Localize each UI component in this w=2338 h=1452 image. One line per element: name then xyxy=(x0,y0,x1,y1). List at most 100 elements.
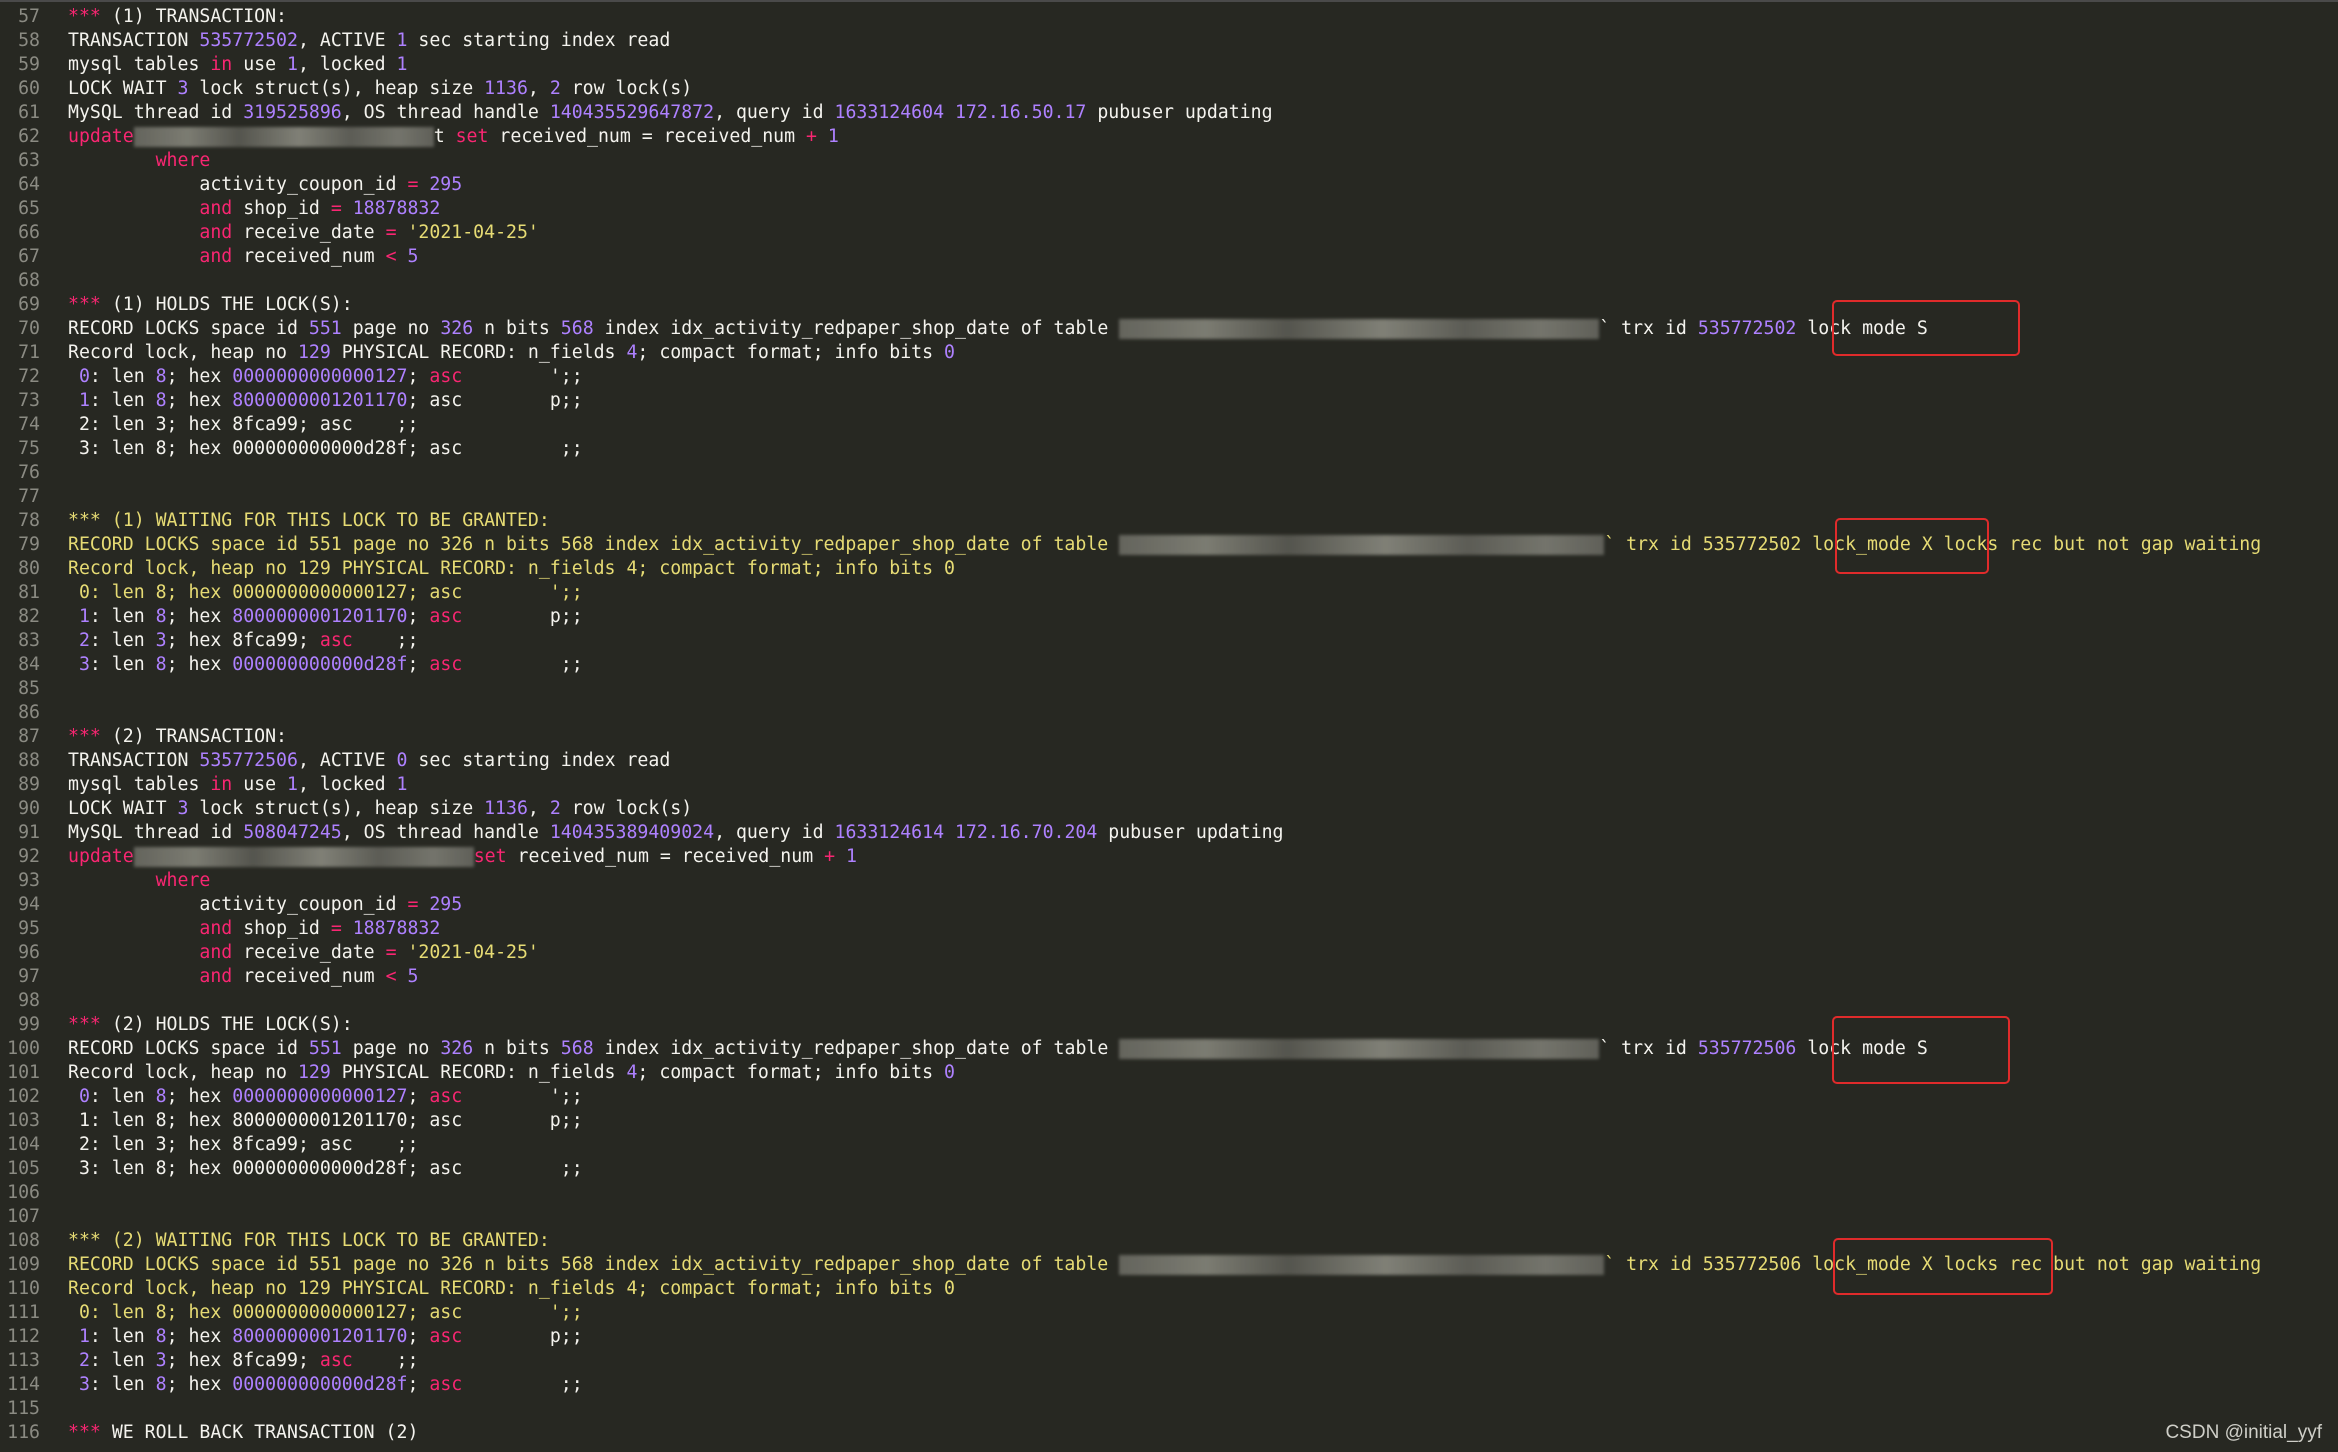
code-token: : len xyxy=(89,1374,156,1395)
code-line[interactable]: 87 *** (2) TRANSACTION: xyxy=(0,725,2338,749)
code-token: 8 xyxy=(155,654,167,675)
code-line[interactable]: 65 and shop_id = 18878832 xyxy=(0,197,2338,221)
code-token: pubuser updating xyxy=(1097,822,1284,843)
code-token: p;; xyxy=(462,1326,583,1347)
code-line[interactable]: 104 2: len 3; hex 8fca99; asc ;; xyxy=(0,1133,2338,1157)
code-token: 326 xyxy=(440,1038,474,1059)
line-number: 74 xyxy=(18,414,40,435)
line-number: 89 xyxy=(18,774,40,795)
code-token: receive_date xyxy=(232,942,386,963)
code-token: received_num xyxy=(232,966,386,987)
code-line[interactable]: 113 2: len 3; hex 8fca99; asc ;; xyxy=(0,1349,2338,1373)
code-line[interactable]: 74 2: len 3; hex 8fca99; asc ;; xyxy=(0,413,2338,437)
code-line[interactable]: 111 0: len 8; hex 0000000000000127; asc … xyxy=(0,1301,2338,1325)
code-token: , OS thread handle xyxy=(341,102,550,123)
code-token: 1633124614 xyxy=(834,822,945,843)
code-token: use xyxy=(232,54,288,75)
code-line[interactable]: 96 and receive_date = '2021-04-25' xyxy=(0,941,2338,965)
code-line[interactable]: 98 xyxy=(0,989,2338,1013)
code-token: 8000000001201170 xyxy=(232,1326,408,1347)
code-line[interactable]: 85 xyxy=(0,677,2338,701)
code-line[interactable]: 115 xyxy=(0,1397,2338,1421)
code-token: MySQL thread id xyxy=(68,822,244,843)
code-line[interactable]: 94 activity_coupon_id = 295 xyxy=(0,893,2338,917)
code-line[interactable]: 77 xyxy=(0,485,2338,509)
code-line[interactable]: 83 2: len 3; hex 8fca99; asc ;; xyxy=(0,629,2338,653)
code-token: asc xyxy=(429,1086,463,1107)
code-line[interactable]: 84 3: len 8; hex 000000000000d28f; asc ;… xyxy=(0,653,2338,677)
line-number: 115 xyxy=(7,1398,40,1419)
highlight-box-lock-mode-x-1 xyxy=(1835,518,1989,574)
code-line[interactable]: 66 and receive_date = '2021-04-25' xyxy=(0,221,2338,245)
code-editor[interactable]: 57 *** (1) TRANSACTION: 58 TRANSACTION 5357… xyxy=(0,5,2338,1445)
code-line[interactable]: 88 TRANSACTION 535772506, ACTIVE 0 sec st… xyxy=(0,749,2338,773)
code-line[interactable]: 114 3: len 8; hex 000000000000d28f; asc … xyxy=(0,1373,2338,1397)
code-line[interactable]: 90 LOCK WAIT 3 lock struct(s), heap size … xyxy=(0,797,2338,821)
code-line[interactable]: 61 MySQL thread id 319525896, OS thread h… xyxy=(0,101,2338,125)
code-token: row lock(s) xyxy=(560,798,693,819)
code-line[interactable]: 63 where xyxy=(0,149,2338,173)
code-line[interactable]: 102 0: len 8; hex 0000000000000127; asc … xyxy=(0,1085,2338,1109)
redacted-text xyxy=(1119,319,1600,339)
code-token: t xyxy=(433,126,456,147)
code-token: ; compact format; info bits xyxy=(637,1062,945,1083)
code-line[interactable]: 95 and shop_id = 18878832 xyxy=(0,917,2338,941)
code-token: ; hex xyxy=(166,1374,233,1395)
code-token: '2021-04-25' xyxy=(407,222,539,243)
code-line[interactable]: 89 mysql tables in use 1, locked 1 xyxy=(0,773,2338,797)
code-token: ;; xyxy=(352,630,419,651)
code-token: PHYSICAL RECORD: n_fields xyxy=(330,1062,627,1083)
code-line[interactable]: 82 1: len 8; hex 8000000001201170; asc p… xyxy=(0,605,2338,629)
code-line[interactable]: 64 activity_coupon_id = 295 xyxy=(0,173,2338,197)
code-token: 129 xyxy=(297,342,331,363)
line-number: 75 xyxy=(18,438,40,459)
code-token: n bits xyxy=(473,1038,561,1059)
code-line[interactable]: 57 *** (1) TRANSACTION: xyxy=(0,5,2338,29)
code-line[interactable]: 116 *** WE ROLL BACK TRANSACTION (2) xyxy=(0,1421,2338,1445)
code-line[interactable]: 112 1: len 8; hex 8000000001201170; asc … xyxy=(0,1325,2338,1349)
code-line[interactable]: 107 xyxy=(0,1205,2338,1229)
code-line[interactable]: 81 0: len 8; hex 0000000000000127; asc '… xyxy=(0,581,2338,605)
line-number: 61 xyxy=(18,102,40,123)
code-token: , locked xyxy=(297,54,397,75)
code-token: 8 xyxy=(155,1374,167,1395)
code-token: 3 xyxy=(155,630,167,651)
highlight-box-lock-mode-s-2 xyxy=(1832,1016,2010,1084)
code-token: PHYSICAL RECORD: n_fields xyxy=(330,342,627,363)
code-token: ; hex xyxy=(166,366,233,387)
line-number: 82 xyxy=(18,606,40,627)
code-line[interactable]: 73 1: len 8; hex 8000000001201170; asc p… xyxy=(0,389,2338,413)
code-token: 8 xyxy=(155,366,167,387)
code-line[interactable]: 103 1: len 8; hex 8000000001201170; asc … xyxy=(0,1109,2338,1133)
code-line[interactable]: 60 LOCK WAIT 3 lock struct(s), heap size … xyxy=(0,77,2338,101)
code-line[interactable]: 106 xyxy=(0,1181,2338,1205)
code-line[interactable]: 72 0: len 8; hex 0000000000000127; asc '… xyxy=(0,365,2338,389)
code-line[interactable]: 62 update t set received_num = received_nu… xyxy=(0,125,2338,149)
code-line[interactable]: 75 3: len 8; hex 000000000000d28f; asc ;… xyxy=(0,437,2338,461)
redacted-text xyxy=(133,127,434,147)
code-token: : len xyxy=(89,390,156,411)
code-line[interactable]: 76 xyxy=(0,461,2338,485)
code-token: + xyxy=(824,846,836,867)
code-token: receive_date xyxy=(232,222,386,243)
code-line[interactable]: 67 and received_num < 5 xyxy=(0,245,2338,269)
code-token: ; xyxy=(407,366,430,387)
code-line[interactable]: 68 xyxy=(0,269,2338,293)
code-line[interactable]: 93 where xyxy=(0,869,2338,893)
code-line[interactable]: 105 3: len 8; hex 000000000000d28f; asc … xyxy=(0,1157,2338,1181)
code-token: ; xyxy=(407,654,430,675)
code-line[interactable]: 92 update set received_num = received_num … xyxy=(0,845,2338,869)
code-token: 508047245 xyxy=(243,822,342,843)
code-token: ;; xyxy=(352,1350,419,1371)
line-number: 102 xyxy=(7,1086,40,1107)
code-line[interactable]: 58 TRANSACTION 535772502, ACTIVE 1 sec st… xyxy=(0,29,2338,53)
code-token: 1 xyxy=(287,774,298,795)
code-line[interactable]: 97 and received_num < 5 xyxy=(0,965,2338,989)
code-line[interactable]: 59 mysql tables in use 1, locked 1 xyxy=(0,53,2338,77)
code-line[interactable]: 86 xyxy=(0,701,2338,725)
code-line[interactable]: 91 MySQL thread id 508047245, OS thread h… xyxy=(0,821,2338,845)
code-token: lock struct(s), heap size xyxy=(188,798,485,819)
code-token: activity_coupon_id xyxy=(68,894,408,915)
